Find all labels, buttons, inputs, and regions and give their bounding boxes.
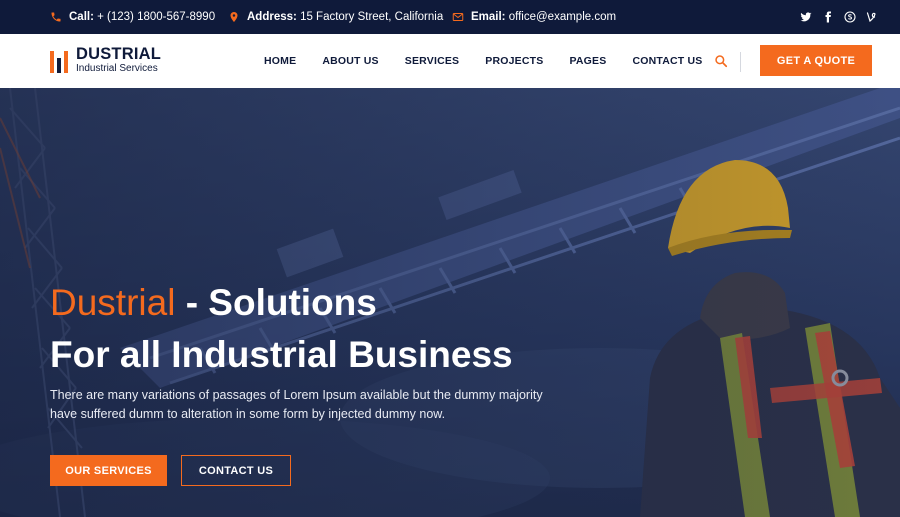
skype-icon[interactable] bbox=[844, 11, 856, 23]
contact-us-button[interactable]: CONTACT US bbox=[181, 455, 291, 486]
email-value: office@example.com bbox=[508, 11, 617, 23]
nav-home[interactable]: HOME bbox=[264, 55, 296, 67]
hero-title: Dustrial - Solutions bbox=[50, 282, 377, 324]
map-pin-icon bbox=[230, 12, 238, 22]
email-label: Email: bbox=[471, 11, 506, 23]
nav-divider bbox=[740, 52, 741, 72]
primary-menu: HOME ABOUT US SERVICES PROJECTS PAGES CO… bbox=[264, 34, 703, 88]
address-label: Address: bbox=[247, 11, 297, 23]
nav-about-us[interactable]: ABOUT US bbox=[322, 55, 378, 67]
email-info[interactable]: Email: office@example.com bbox=[452, 0, 616, 34]
nav-contact-us[interactable]: CONTACT US bbox=[632, 55, 702, 67]
hero-section: Dustrial - Solutions For all Industrial … bbox=[0, 88, 900, 517]
site-logo[interactable]: DUSTRIAL Industrial Services bbox=[50, 46, 161, 75]
logo-mark-icon bbox=[50, 49, 69, 73]
hero-title-rest: - Solutions bbox=[175, 282, 377, 323]
nav-pages[interactable]: PAGES bbox=[569, 55, 606, 67]
call-value: + (123) 1800-567-8990 bbox=[97, 11, 216, 23]
main-navbar: DUSTRIAL Industrial Services HOME ABOUT … bbox=[0, 34, 900, 88]
call-info[interactable]: Call: + (123) 1800-567-8990 bbox=[50, 0, 215, 34]
address-info: Address: 15 Factory Street, California bbox=[228, 0, 443, 34]
vine-icon[interactable] bbox=[866, 11, 878, 23]
hero-title-accent: Dustrial bbox=[50, 282, 176, 323]
twitter-icon[interactable] bbox=[800, 11, 812, 23]
top-info-bar: Call: + (123) 1800-567-8990 Address: 15 … bbox=[0, 0, 900, 34]
hero-description: There are many variations of passages of… bbox=[50, 388, 543, 421]
brand-title: DUSTRIAL bbox=[76, 45, 162, 63]
nav-services[interactable]: SERVICES bbox=[405, 55, 460, 67]
get-a-quote-button[interactable]: GET A QUOTE bbox=[760, 45, 872, 76]
our-services-button[interactable]: OUR SERVICES bbox=[50, 455, 167, 486]
phone-icon bbox=[51, 12, 61, 22]
nav-projects[interactable]: PROJECTS bbox=[485, 55, 543, 67]
envelope-icon bbox=[452, 13, 464, 21]
call-label: Call: bbox=[69, 11, 94, 23]
search-icon[interactable] bbox=[714, 54, 728, 68]
facebook-icon[interactable] bbox=[822, 11, 834, 23]
brand-subtitle: Industrial Services bbox=[76, 63, 158, 74]
address-value: 15 Factory Street, California bbox=[300, 11, 444, 23]
hero-subtitle: For all Industrial Business bbox=[50, 334, 513, 375]
social-links bbox=[800, 0, 878, 34]
